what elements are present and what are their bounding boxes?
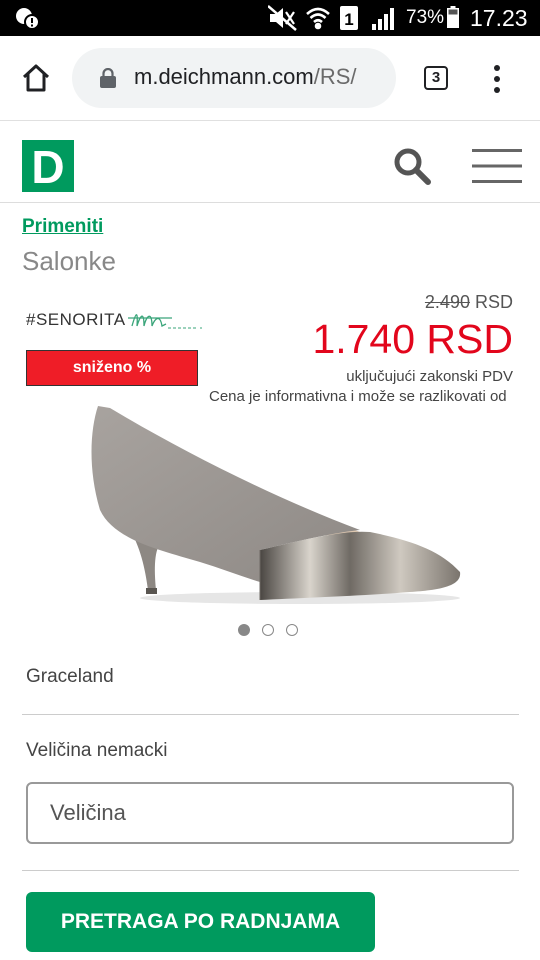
home-icon[interactable]: [20, 62, 52, 94]
gallery-dot[interactable]: [262, 624, 274, 636]
old-price: 2.490 RSD: [425, 292, 513, 313]
sim1-icon: 1: [340, 6, 358, 30]
sale-badge: sniženo %: [26, 350, 198, 386]
store-search-button[interactable]: PRETRAGA PO RADNJAMA: [26, 892, 375, 952]
category-title: Salonke: [22, 246, 116, 276]
hamburger-menu-icon[interactable]: [472, 148, 522, 184]
brand-tag: #SENORITA: [26, 310, 126, 329]
address-bar[interactable]: m.deichmann.com/RS/: [72, 48, 396, 108]
signature-icon: [128, 314, 202, 329]
size-select[interactable]: Veličina: [26, 782, 514, 844]
svg-text:1: 1: [344, 10, 353, 29]
notification-icon: [16, 8, 40, 30]
gallery-dot[interactable]: [238, 624, 250, 636]
url-path: /RS/: [313, 64, 357, 89]
divider: [22, 870, 519, 871]
sale-price: 1.740 RSD: [312, 316, 513, 362]
vat-note: uključujući zakonski PDV: [346, 368, 513, 385]
signal-icon: [372, 8, 394, 30]
lock-icon: [100, 68, 116, 88]
tabs-button[interactable]: 3: [424, 66, 448, 90]
battery-percent: 73%: [406, 7, 445, 28]
mute-icon: [268, 5, 297, 31]
gallery-dot[interactable]: [286, 624, 298, 636]
battery-icon: [447, 6, 459, 28]
brand-logo: #SENORITA: [26, 304, 206, 340]
old-price-value: 2.490: [424, 292, 470, 312]
url-host: m.deichmann.com: [134, 64, 314, 89]
url-text: m.deichmann.com/RS/: [134, 64, 357, 90]
status-icons: 1: [268, 5, 394, 31]
clock: 17.23: [470, 5, 528, 31]
product-brand-name: Graceland: [26, 666, 114, 687]
deichmann-logo[interactable]: D: [22, 140, 74, 193]
overflow-menu-icon[interactable]: [492, 64, 502, 94]
size-label: Veličina nemacki: [26, 740, 168, 761]
browser-toolbar: m.deichmann.com/RS/ 3: [0, 36, 540, 121]
search-icon[interactable]: [392, 146, 432, 186]
wifi-icon: [306, 7, 330, 30]
divider: [22, 714, 519, 715]
old-price-currency: RSD: [474, 292, 513, 312]
breadcrumb-link[interactable]: Primeniti: [22, 216, 103, 238]
product-image[interactable]: [70, 400, 470, 608]
site-header: D: [0, 122, 540, 203]
status-bar: 1 73% 17.23: [0, 0, 540, 36]
